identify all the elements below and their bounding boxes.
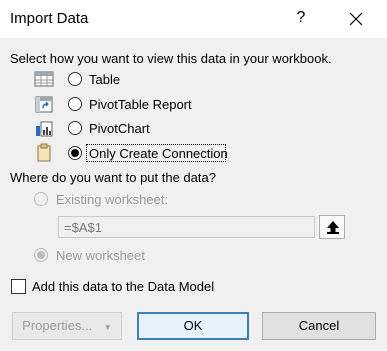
dropdown-arrow-icon: ▼ [103, 323, 112, 332]
radio-existing-worksheet[interactable] [34, 192, 48, 206]
properties-button-label: Properties... [22, 318, 93, 333]
option-label-pivotchart[interactable]: PivotChart [89, 121, 150, 136]
existing-worksheet-label: Existing worksheet: [56, 192, 168, 207]
radio-only-create-connection[interactable] [68, 146, 82, 160]
option-label-only-create-connection[interactable]: Only Create Connection [89, 146, 228, 161]
ok-button[interactable]: OK [137, 312, 249, 340]
close-icon [349, 12, 363, 26]
location-prompt: Where do you want to put the data? [10, 170, 216, 185]
upload-arrow-icon [327, 221, 339, 234]
new-worksheet-label: New worksheet [56, 248, 145, 263]
range-reference-input[interactable]: =$A$1 [58, 216, 315, 238]
radio-pivottable[interactable] [68, 97, 82, 111]
view-prompt: Select how you want to view this data in… [10, 51, 332, 66]
pivottable-icon [34, 95, 54, 115]
radio-new-worksheet[interactable] [34, 248, 48, 262]
dialog-title: Import Data [10, 10, 89, 27]
option-label-table[interactable]: Table [89, 72, 120, 87]
data-model-checkbox[interactable] [11, 279, 26, 294]
collapse-dialog-button[interactable] [319, 215, 345, 239]
radio-table[interactable] [68, 72, 82, 86]
help-button[interactable]: ? [294, 9, 308, 27]
properties-button[interactable]: Properties... ▼ [12, 312, 122, 340]
radio-pivotchart[interactable] [68, 121, 82, 135]
table-icon [34, 70, 54, 90]
connection-icon [34, 143, 54, 163]
cancel-button[interactable]: Cancel [262, 312, 376, 340]
pivotchart-icon [34, 119, 54, 139]
option-label-pivottable[interactable]: PivotTable Report [89, 97, 192, 112]
data-model-label[interactable]: Add this data to the Data Model [32, 279, 214, 294]
close-button[interactable] [340, 4, 372, 34]
